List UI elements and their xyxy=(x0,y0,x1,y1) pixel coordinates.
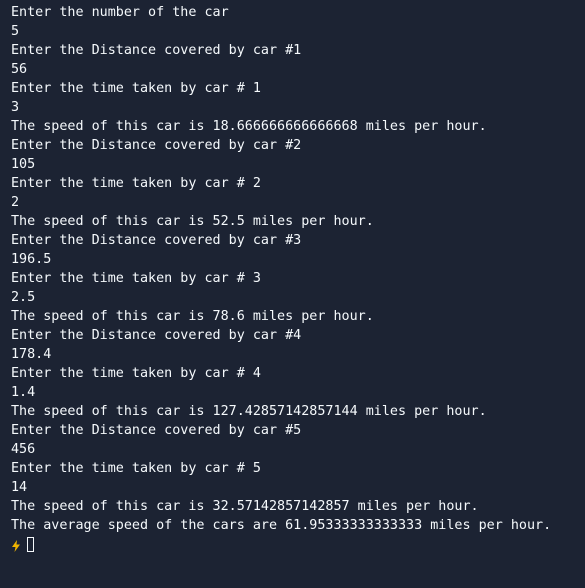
console-line: The speed of this car is 127.42857142857… xyxy=(11,404,487,419)
console-line: 1.4 xyxy=(11,385,36,400)
console-line: 14 xyxy=(11,480,28,495)
console-line: Enter the time taken by car # 3 xyxy=(11,271,261,286)
console-line: The speed of this car is 32.571428571428… xyxy=(11,499,479,514)
console-line: Enter the Distance covered by car #1 xyxy=(11,43,302,58)
console-line: 105 xyxy=(11,157,36,172)
input-prompt[interactable] xyxy=(11,535,585,554)
console-line: Enter the Distance covered by car #4 xyxy=(11,328,302,343)
console-line: 56 xyxy=(11,62,28,77)
console-line: Enter the time taken by car # 5 xyxy=(11,461,261,476)
console-line: The speed of this car is 18.666666666666… xyxy=(11,119,487,134)
text-cursor[interactable] xyxy=(27,537,34,552)
console-line: The average speed of the cars are 61.953… xyxy=(11,518,552,533)
console-line: The speed of this car is 52.5 miles per … xyxy=(11,214,374,229)
console-line: The speed of this car is 78.6 miles per … xyxy=(11,309,374,324)
lightning-bolt-icon xyxy=(11,539,21,552)
console-line: 196.5 xyxy=(11,252,52,267)
console-output[interactable]: Enter the number of the car 5 Enter the … xyxy=(0,0,585,588)
console-line: Enter the time taken by car # 1 xyxy=(11,81,261,96)
console-line: Enter the time taken by car # 2 xyxy=(11,176,261,191)
console-line: Enter the number of the car xyxy=(11,5,229,20)
console-line: 456 xyxy=(11,442,36,457)
console-line: 178.4 xyxy=(11,347,52,362)
console-line: Enter the Distance covered by car #5 xyxy=(11,423,302,438)
console-line: Enter the Distance covered by car #3 xyxy=(11,233,302,248)
console-line: 3 xyxy=(11,100,20,115)
console-line: 2 xyxy=(11,195,20,210)
console-line: 5 xyxy=(11,24,20,39)
console-line: Enter the time taken by car # 4 xyxy=(11,366,261,381)
console-line: 2.5 xyxy=(11,290,36,305)
console-line: Enter the Distance covered by car #2 xyxy=(11,138,302,153)
